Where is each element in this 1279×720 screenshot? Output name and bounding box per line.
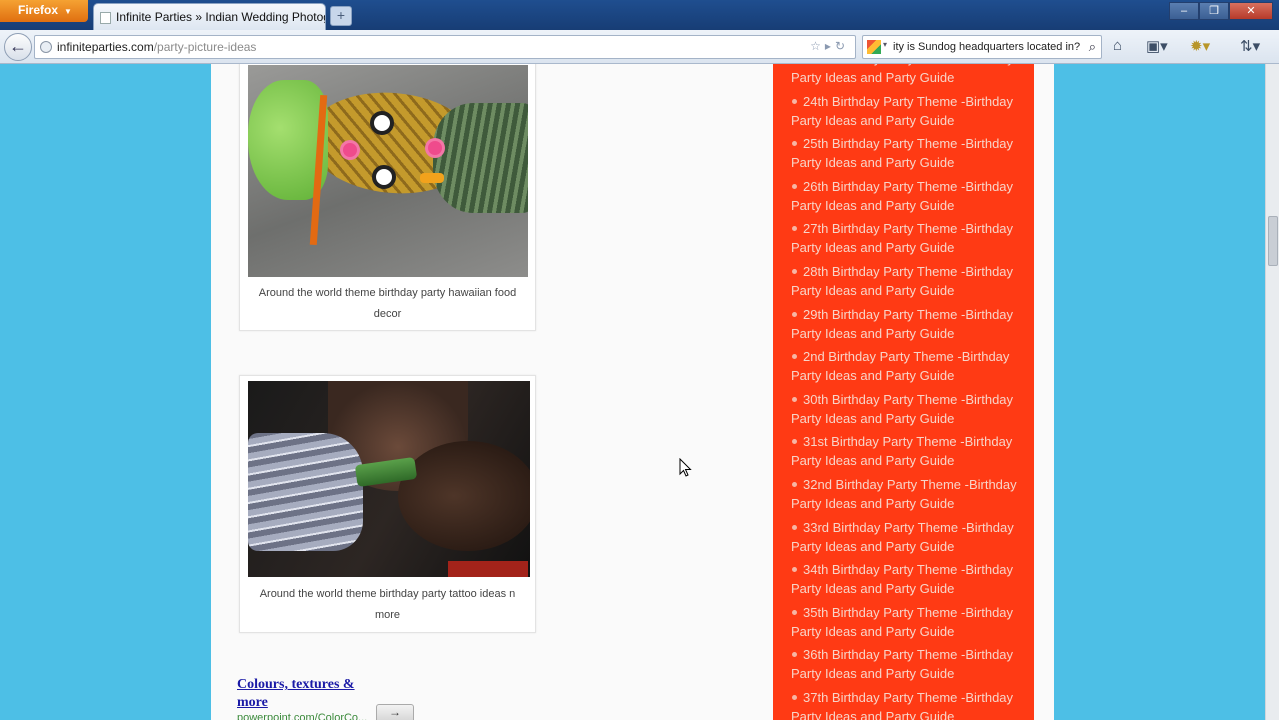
sidebar-link[interactable]: 25th Birthday Party Theme -Birthday Part… (791, 136, 1013, 170)
search-input[interactable]: ▾ ity is Sundog headquarters located in?… (862, 35, 1102, 59)
title-bar: Firefox ▼ Infinite Parties » Indian Weddi… (0, 0, 1279, 30)
sidebar-link[interactable]: 28th Birthday Party Theme -Birthday Part… (791, 264, 1013, 298)
sidebar-link[interactable]: 37th Birthday Party Theme -Birthday Part… (791, 690, 1013, 720)
sidebar-list: 23rd Birthday Party Theme -Birthday Part… (773, 64, 1034, 720)
sidebar-link[interactable]: 26th Birthday Party Theme -Birthday Part… (791, 179, 1013, 213)
sidebar-link-item[interactable]: 2nd Birthday Party Theme -Birthday Party… (791, 347, 1018, 390)
sidebar-link-item[interactable]: 34th Birthday Party Theme -Birthday Part… (791, 560, 1018, 603)
photo-caption: Around the world theme birthday party ta… (259, 588, 516, 621)
firefox-menu-button[interactable]: Firefox ▼ (0, 0, 88, 22)
sidebar-link[interactable]: 23rd Birthday Party Theme -Birthday Part… (791, 64, 1014, 85)
tab-title: Infinite Parties » Indian Wedding Photog… (116, 10, 326, 24)
bookmarks-sidebar-icon[interactable]: ▣▾ (1146, 37, 1168, 55)
reload-icon[interactable]: ↻ (835, 39, 849, 53)
sidebar-link[interactable]: 24th Birthday Party Theme -Birthday Part… (791, 94, 1013, 128)
addon-icon[interactable]: ✹▾ (1190, 37, 1210, 55)
ad-next-button[interactable]: → (376, 704, 414, 720)
gallery-card[interactable]: Around the world theme birthday party ta… (239, 375, 536, 633)
gallery-card[interactable]: Around the world theme birthday party ha… (239, 64, 536, 331)
scroll-thumb[interactable] (1268, 216, 1278, 266)
sidebar-link[interactable]: 36th Birthday Party Theme -Birthday Part… (791, 647, 1013, 681)
maximize-button[interactable]: ❐ (1199, 2, 1229, 20)
sidebar-link-item[interactable]: 27th Birthday Party Theme -Birthday Part… (791, 219, 1018, 262)
sidebar-link-item[interactable]: 25th Birthday Party Theme -Birthday Part… (791, 134, 1018, 177)
sidebar-link[interactable]: 35th Birthday Party Theme -Birthday Part… (791, 605, 1013, 639)
sidebar-link[interactable]: 2nd Birthday Party Theme -Birthday Party… (791, 349, 1009, 383)
pineapple-photo[interactable] (248, 65, 528, 277)
sidebar-link[interactable]: 32nd Birthday Party Theme -Birthday Part… (791, 477, 1017, 511)
back-arrow-icon[interactable]: ← (4, 33, 32, 61)
globe-icon (40, 41, 52, 53)
sidebar-link-item[interactable]: 26th Birthday Party Theme -Birthday Part… (791, 177, 1018, 220)
google-icon[interactable] (867, 40, 881, 54)
sidebar-link[interactable]: 31st Birthday Party Theme -Birthday Part… (791, 434, 1012, 468)
sidebar-link-item[interactable]: 37th Birthday Party Theme -Birthday Part… (791, 688, 1018, 720)
sidebar-link-item[interactable]: 24th Birthday Party Theme -Birthday Part… (791, 92, 1018, 135)
sidebar-link-item[interactable]: 28th Birthday Party Theme -Birthday Part… (791, 262, 1018, 305)
ad-link[interactable]: Colours, textures & more (237, 676, 377, 712)
bookmark-star-icon[interactable]: ☆ (810, 39, 825, 53)
photo-caption: Around the world theme birthday party ha… (258, 287, 517, 320)
vertical-scrollbar[interactable] (1265, 64, 1279, 720)
sidebar-link-item[interactable]: 30th Birthday Party Theme -Birthday Part… (791, 390, 1018, 433)
sidebar-link[interactable]: 27th Birthday Party Theme -Birthday Part… (791, 221, 1013, 255)
chevron-down-icon: ▾ (883, 40, 888, 49)
sidebar-link[interactable]: 34th Birthday Party Theme -Birthday Part… (791, 562, 1013, 596)
home-icon[interactable]: ⌂ (1113, 37, 1122, 54)
url-path: /party-picture-ideas (153, 40, 257, 54)
minimize-button[interactable]: – (1169, 2, 1199, 20)
sidebar-link[interactable]: 30th Birthday Party Theme -Birthday Part… (791, 392, 1013, 426)
sidebar-link-item[interactable]: 23rd Birthday Party Theme -Birthday Part… (791, 64, 1018, 92)
sidebar-link-item[interactable]: 36th Birthday Party Theme -Birthday Part… (791, 645, 1018, 688)
url-bar-icons: ☆▸↻ (810, 39, 849, 53)
sidebar-link-item[interactable]: 33rd Birthday Party Theme -Birthday Part… (791, 518, 1018, 561)
search-query: ity is Sundog headquarters located in? (893, 41, 1081, 53)
window-controls: – ❐ ✕ (1169, 2, 1273, 20)
tools-icon[interactable]: ⇅▾ (1240, 37, 1260, 55)
page-icon (100, 12, 111, 24)
chevron-down-icon: ▼ (64, 7, 72, 16)
address-bar[interactable]: infiniteparties.com/party-picture-ideas … (34, 35, 856, 59)
sidebar-link-item[interactable]: 32nd Birthday Party Theme -Birthday Part… (791, 475, 1018, 518)
mouse-cursor-icon (679, 458, 692, 477)
close-button[interactable]: ✕ (1229, 2, 1273, 20)
page-content: Around the world theme birthday party ha… (211, 64, 1054, 720)
sidebar-link[interactable]: 29th Birthday Party Theme -Birthday Part… (791, 307, 1013, 341)
sidebar-link-item[interactable]: 29th Birthday Party Theme -Birthday Part… (791, 305, 1018, 348)
sidebar-link-item[interactable]: 31st Birthday Party Theme -Birthday Part… (791, 432, 1018, 475)
firefox-menu-label: Firefox (18, 3, 59, 17)
go-arrow-icon[interactable]: ▸ (825, 39, 835, 53)
url-domain: infiniteparties.com (57, 40, 154, 54)
sidebar-link[interactable]: 33rd Birthday Party Theme -Birthday Part… (791, 520, 1014, 554)
sidebar-links: 23rd Birthday Party Theme -Birthday Part… (773, 64, 1034, 720)
navigation-bar: ← infiniteparties.com/party-picture-idea… (0, 30, 1279, 64)
search-icon[interactable]: ⌕ (1089, 39, 1096, 55)
tattoo-photo[interactable] (248, 381, 530, 577)
ad-url[interactable]: powerpoint.com/ColorCo... (237, 712, 367, 720)
browser-tab[interactable]: Infinite Parties » Indian Wedding Photog… (93, 3, 326, 30)
new-tab-button[interactable]: + (330, 6, 352, 26)
sidebar-link-item[interactable]: 35th Birthday Party Theme -Birthday Part… (791, 603, 1018, 646)
